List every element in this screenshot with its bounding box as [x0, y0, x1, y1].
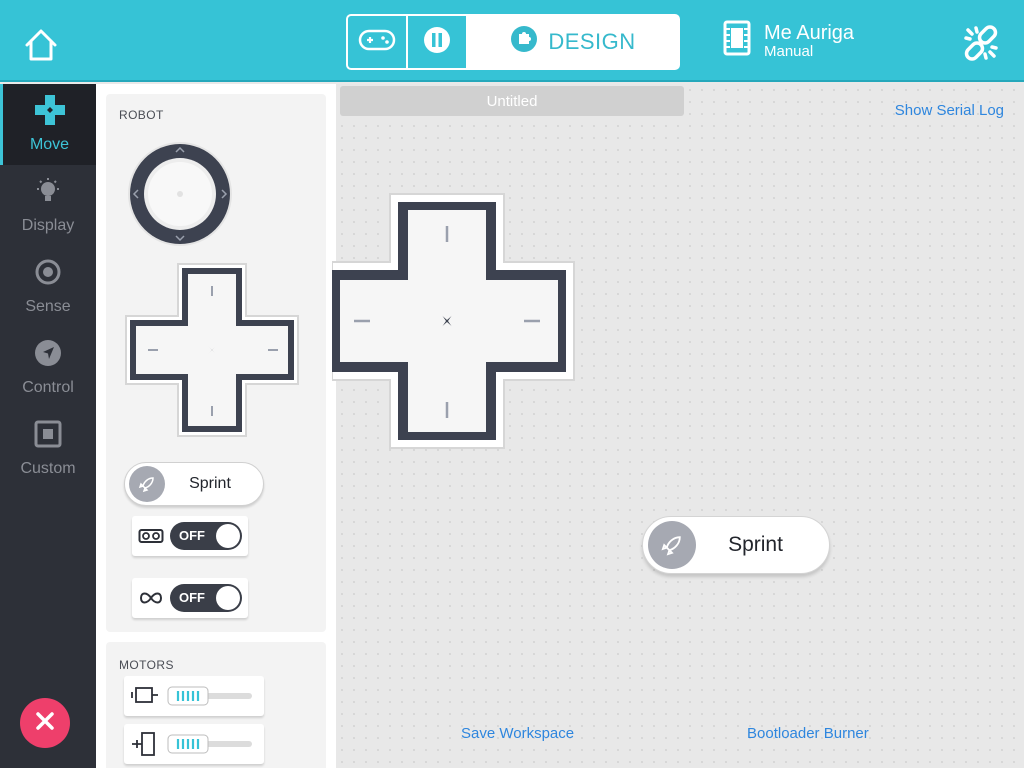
joystick-widget[interactable] [128, 142, 232, 246]
bootloader-burner-link[interactable]: Bootloader Burner [747, 725, 869, 742]
robot-board-icon [722, 20, 752, 61]
gamepad-icon [358, 28, 396, 57]
design-label: DESIGN [548, 29, 636, 54]
loop-toggle-switch[interactable]: OFF [170, 584, 242, 612]
dpad-icon [34, 95, 65, 130]
sprint-label: Sprint [189, 475, 231, 492]
show-serial-log-link[interactable]: Show Serial Log [895, 102, 1004, 119]
toggle-state: OFF [179, 528, 205, 543]
vr-glasses-icon [132, 527, 170, 545]
navigation-icon [33, 338, 63, 373]
project-title[interactable]: Untitled [340, 86, 684, 116]
canvas-sprint-button[interactable]: Sprint [642, 516, 830, 574]
device-selector[interactable]: Me Auriga Manual [722, 20, 854, 61]
device-mode: Manual [764, 42, 814, 60]
disconnected-link-icon[interactable] [958, 20, 1004, 66]
sidebar-item-move[interactable]: Move [0, 84, 96, 165]
mode-switcher: DESIGN [346, 14, 680, 70]
rocket-icon [129, 466, 165, 502]
servo-icon [132, 732, 155, 756]
vr-toggle-widget[interactable]: OFF [132, 516, 248, 556]
play-mode-button[interactable] [346, 14, 406, 70]
servo-slider-widget[interactable] [124, 724, 264, 764]
sidebar-item-label: Custom [20, 460, 76, 477]
vr-toggle-switch[interactable]: OFF [170, 522, 242, 550]
sidebar-item-sense[interactable]: Sense [0, 246, 96, 327]
save-workspace-link[interactable]: Save Workspace [461, 725, 574, 742]
sidebar-item-control[interactable]: Control [0, 327, 96, 408]
close-button[interactable] [20, 698, 70, 748]
custom-square-icon [33, 419, 63, 454]
sprint-button-widget[interactable]: Sprint [124, 462, 264, 506]
sidebar-item-display[interactable]: Display [0, 165, 96, 246]
category-sidebar: Move Display Sense Control Custom [0, 84, 96, 768]
pause-button[interactable] [406, 14, 466, 70]
top-bar: DESIGN Me Auriga Manual [0, 0, 1024, 82]
motor-slider-widget[interactable] [124, 676, 264, 716]
device-name: Me Auriga [764, 21, 855, 44]
motors-panel-title: MOTORS [119, 658, 174, 672]
dpad-widget[interactable] [124, 262, 300, 443]
sensor-icon [33, 257, 63, 292]
home-icon[interactable] [22, 26, 60, 64]
sidebar-item-label: Control [22, 379, 74, 396]
infinity-icon [132, 590, 170, 606]
loop-toggle-widget[interactable]: OFF [132, 578, 248, 618]
sidebar-item-label: Move [29, 136, 70, 153]
pause-icon [422, 25, 452, 60]
motors-panel: MOTORS [106, 642, 326, 768]
design-mode-button[interactable]: DESIGN [466, 14, 680, 70]
widget-palette: ROBOT Sprint OFF OFF MOTORS [96, 84, 336, 768]
puzzle-icon [510, 25, 538, 59]
sidebar-item-label: Sense [25, 298, 71, 315]
lightbulb-icon [33, 176, 63, 211]
rocket-icon [648, 521, 696, 569]
design-canvas[interactable]: Untitled Show Serial Log Sprint Save Wor… [331, 84, 1024, 768]
sprint-label: Sprint [728, 533, 783, 556]
sidebar-item-custom[interactable]: Custom [0, 408, 96, 489]
canvas-dpad-widget[interactable] [331, 192, 576, 455]
robot-panel: ROBOT Sprint OFF OFF [106, 94, 326, 632]
motor-icon [131, 687, 158, 703]
robot-panel-title: ROBOT [119, 108, 164, 122]
toggle-state: OFF [179, 590, 205, 605]
sidebar-item-label: Display [21, 217, 75, 234]
close-icon [35, 711, 55, 736]
